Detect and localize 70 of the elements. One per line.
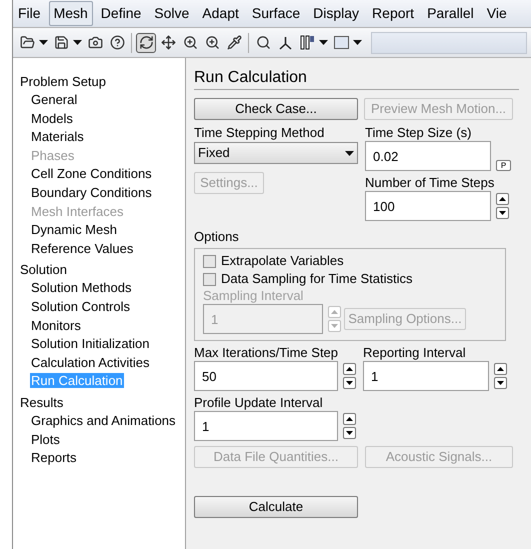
- field-label: Time Stepping Method: [194, 125, 326, 141]
- menu-item[interactable]: Parallel: [422, 1, 479, 26]
- tree-item[interactable]: Boundary Conditions: [30, 184, 153, 200]
- menu-item[interactable]: Solve: [149, 1, 194, 26]
- checkbox[interactable]: [203, 272, 216, 286]
- calculate-button[interactable]: Calculate: [194, 496, 358, 518]
- checkbox[interactable]: [203, 254, 216, 268]
- tree-item[interactable]: General: [30, 92, 78, 107]
- number-field[interactable]: 50: [194, 361, 338, 391]
- triangle-up-icon: [331, 310, 338, 314]
- triangle-down-icon: [331, 324, 338, 328]
- checkbox-label: Data Sampling for Time Statistics: [221, 270, 412, 288]
- menu-item[interactable]: Display: [308, 1, 364, 26]
- panel-title: Run Calculation: [194, 68, 519, 90]
- tree-item[interactable]: Reports: [30, 450, 78, 466]
- number-field[interactable]: 100: [365, 191, 491, 221]
- tree-section[interactable]: Problem Setup: [20, 72, 185, 91]
- tree-item[interactable]: Dynamic Mesh: [30, 222, 118, 238]
- triangle-down-icon: [499, 211, 506, 215]
- menu-item[interactable]: Define: [96, 1, 146, 26]
- menu-item[interactable]: Surface: [246, 1, 306, 26]
- spin-down-button[interactable]: [496, 207, 509, 219]
- number-field[interactable]: 1: [363, 361, 489, 391]
- tree-item[interactable]: Monitors: [30, 318, 82, 333]
- dropdown[interactable]: Fixed: [194, 142, 358, 164]
- triangle-down-icon: [497, 381, 504, 385]
- tree-item[interactable]: Plots: [30, 432, 61, 446]
- number-field[interactable]: 0.02: [365, 141, 491, 171]
- field-label: Number of Time Steps: [365, 175, 496, 191]
- tree-section[interactable]: Results: [20, 392, 185, 412]
- menu-item[interactable]: Vie: [482, 1, 512, 26]
- field-label: Options: [194, 229, 240, 245]
- tree-item[interactable]: Reference Values: [30, 240, 134, 256]
- triangle-up-icon: [497, 367, 504, 371]
- rotate-icon[interactable]: [136, 32, 156, 52]
- field-label: Time Step Size (s): [365, 125, 472, 141]
- field-label: Reporting Interval: [363, 345, 467, 361]
- number-field[interactable]: 1: [194, 411, 338, 441]
- tree-section[interactable]: Solution: [20, 260, 185, 280]
- spin-down-button[interactable]: [494, 377, 507, 389]
- tree-item[interactable]: Solution Methods: [30, 280, 132, 296]
- spin-up-button[interactable]: [343, 413, 356, 425]
- field-label: Profile Update Interval: [194, 395, 324, 411]
- check-case-button[interactable]: Check Case...: [194, 98, 358, 120]
- triangle-down-icon: [346, 431, 353, 435]
- triangle-down-icon: [346, 381, 353, 385]
- triangle-up-icon: [346, 367, 353, 371]
- caret-icon: [345, 150, 354, 156]
- field-label: Sampling Interval: [203, 288, 304, 304]
- menu-item[interactable]: Mesh: [48, 1, 93, 26]
- triangle-up-icon: [346, 417, 353, 421]
- tree-item[interactable]: Materials: [30, 129, 85, 144]
- tree-item[interactable]: Solution Initialization: [30, 336, 151, 352]
- checkbox-label: Extrapolate Variables: [221, 252, 344, 270]
- spin-down-button[interactable]: [343, 427, 356, 439]
- tree-item[interactable]: Graphics and Animations: [30, 412, 177, 428]
- menu-item[interactable]: Adapt: [197, 1, 244, 26]
- tree-item[interactable]: Solution Controls: [30, 298, 131, 314]
- spin-up-button[interactable]: [496, 193, 509, 205]
- spin-up-button[interactable]: [343, 363, 356, 375]
- parameter-button[interactable]: P: [496, 160, 511, 171]
- menu-item[interactable]: Report: [367, 1, 420, 26]
- triangle-up-icon: [499, 197, 506, 201]
- tree-item[interactable]: Cell Zone Conditions: [30, 166, 153, 182]
- tree-item[interactable]: Calculation Activities: [30, 354, 150, 370]
- tree-item[interactable]: Models: [30, 110, 74, 126]
- menu-item[interactable]: File: [13, 1, 46, 26]
- spin-down-button[interactable]: [343, 377, 356, 389]
- field-label: Max Iterations/Time Step: [194, 345, 340, 361]
- spin-up-button[interactable]: [494, 363, 507, 375]
